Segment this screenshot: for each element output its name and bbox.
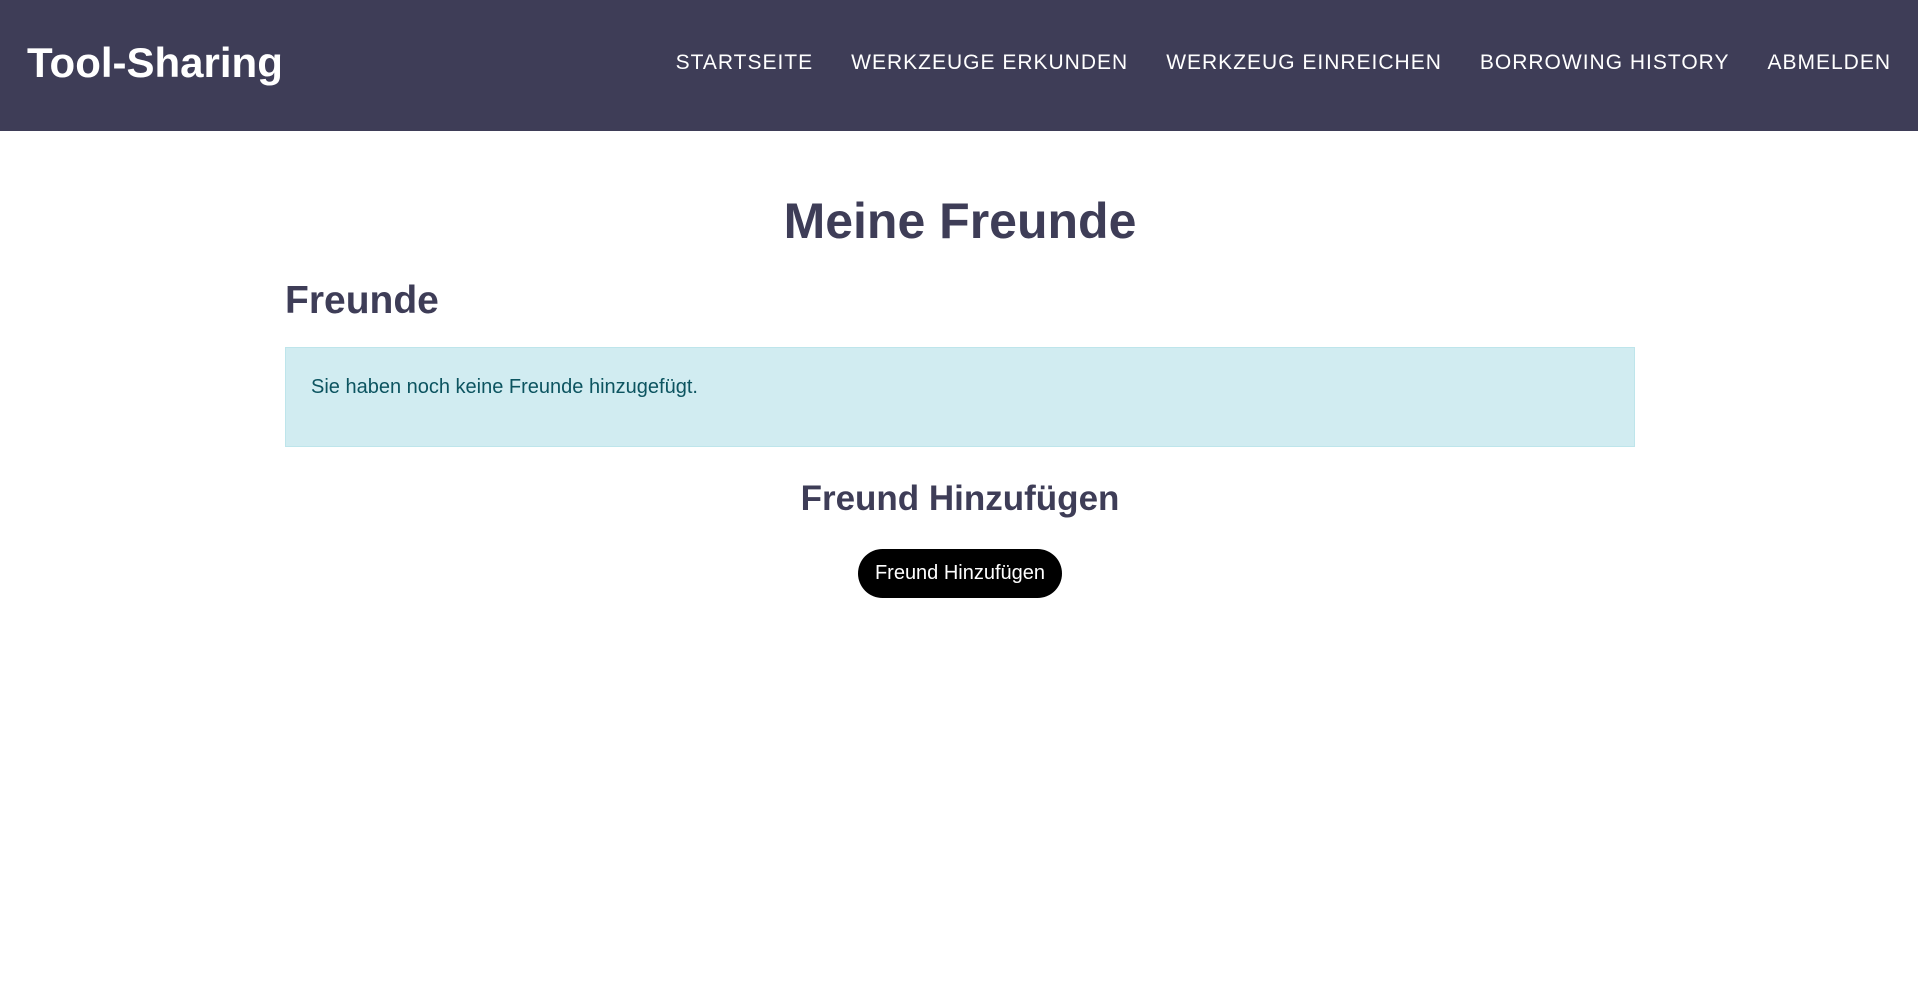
friends-heading: Freunde	[285, 279, 439, 322]
no-friends-alert: Sie haben noch keine Freunde hinzugefügt…	[285, 347, 1635, 447]
nav-link-borrowing-history[interactable]: Borrowing History	[1480, 51, 1730, 75]
top-navbar: Tool-Sharing Startseite Werkzeuge erkund…	[0, 0, 1918, 131]
main-content: Meine Freunde Freunde Sie haben noch kei…	[285, 131, 1635, 598]
nav-links: Startseite Werkzeuge erkunden Werkzeug e…	[638, 51, 1891, 75]
page-title: Meine Freunde	[783, 193, 1137, 249]
nav-link-abmelden[interactable]: Abmelden	[1767, 51, 1891, 75]
add-friend-button-wrap: Freund Hinzufügen	[285, 549, 1635, 598]
nav-link-werkzeug-einreichen[interactable]: Werkzeug einreichen	[1166, 51, 1442, 75]
no-friends-message: Sie haben noch keine Freunde hinzugefügt…	[311, 376, 698, 398]
add-friend-heading: Freund Hinzufügen	[800, 479, 1120, 518]
nav-link-werkzeuge-erkunden[interactable]: Werkzeuge erkunden	[851, 51, 1128, 75]
add-friend-button[interactable]: Freund Hinzufügen	[857, 549, 1063, 598]
brand-logo-link[interactable]: Tool-Sharing	[27, 39, 283, 87]
nav-link-startseite[interactable]: Startseite	[676, 51, 814, 75]
